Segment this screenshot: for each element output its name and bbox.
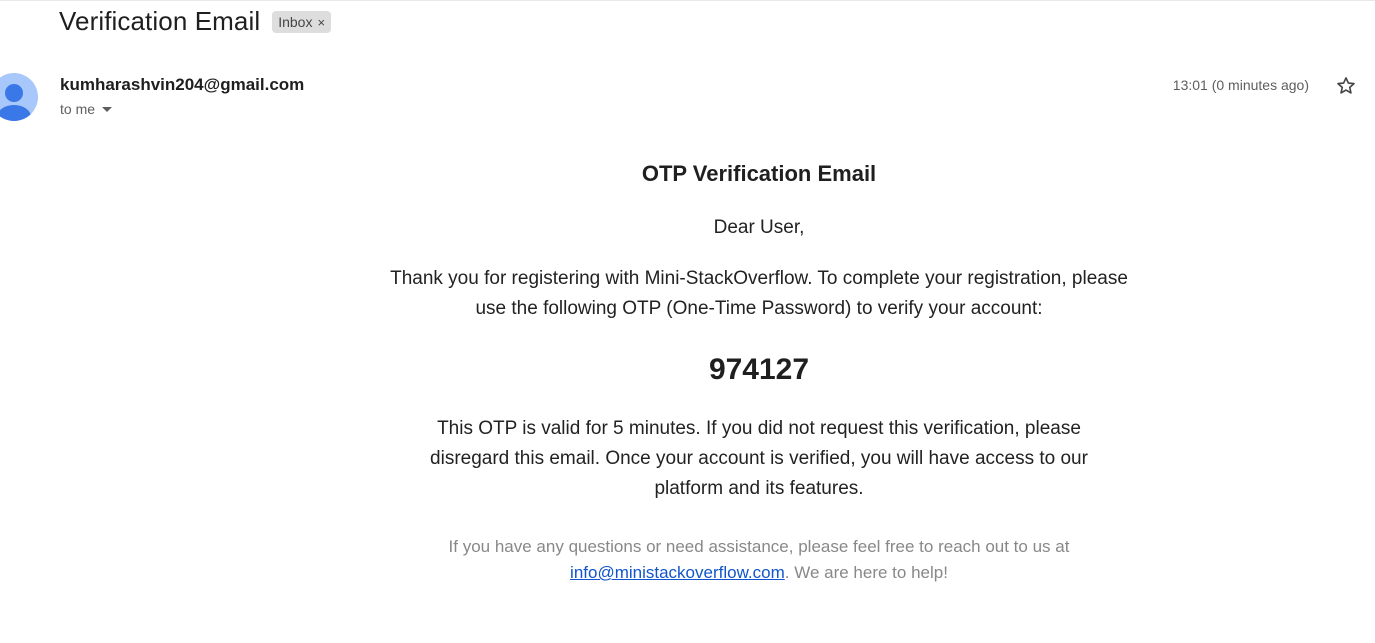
message-validity: This OTP is valid for 5 minutes. If you … bbox=[430, 418, 1088, 499]
subject-row: Verification Email Inbox × bbox=[59, 4, 332, 38]
recipient-text: to me bbox=[60, 101, 96, 117]
message-heading: OTP Verification Email bbox=[641, 161, 877, 186]
message-greeting: Dear User, bbox=[713, 217, 805, 238]
message-footer: If you have any questions or need assist… bbox=[390, 534, 1128, 586]
top-divider bbox=[0, 0, 1375, 1]
label-chip-inbox[interactable]: Inbox × bbox=[272, 11, 332, 33]
otp-code: 974127 bbox=[708, 353, 810, 386]
recipient-details-dropdown-icon[interactable] bbox=[102, 106, 113, 112]
sender-email[interactable]: kumharashvin204@gmail.com bbox=[60, 75, 304, 95]
support-email-link[interactable]: info@ministackoverflow.com bbox=[570, 563, 785, 582]
recipient-line[interactable]: to me bbox=[60, 101, 113, 117]
footer-text-after: . We are here to help! bbox=[784, 563, 948, 582]
message-intro: Thank you for registering with Mini-Stac… bbox=[390, 268, 1128, 319]
person-icon bbox=[0, 84, 31, 121]
email-timestamp: 13:01 (0 minutes ago) bbox=[1172, 77, 1309, 93]
star-icon[interactable] bbox=[1335, 75, 1357, 97]
remove-label-icon[interactable]: × bbox=[317, 16, 325, 29]
label-chip-text: Inbox bbox=[278, 14, 313, 30]
sender-avatar[interactable] bbox=[0, 73, 38, 121]
footer-text-before: If you have any questions or need assist… bbox=[448, 537, 1070, 556]
message-body: OTP Verification Email Dear User, Thank … bbox=[390, 158, 1128, 586]
email-subject: Verification Email bbox=[59, 5, 261, 36]
